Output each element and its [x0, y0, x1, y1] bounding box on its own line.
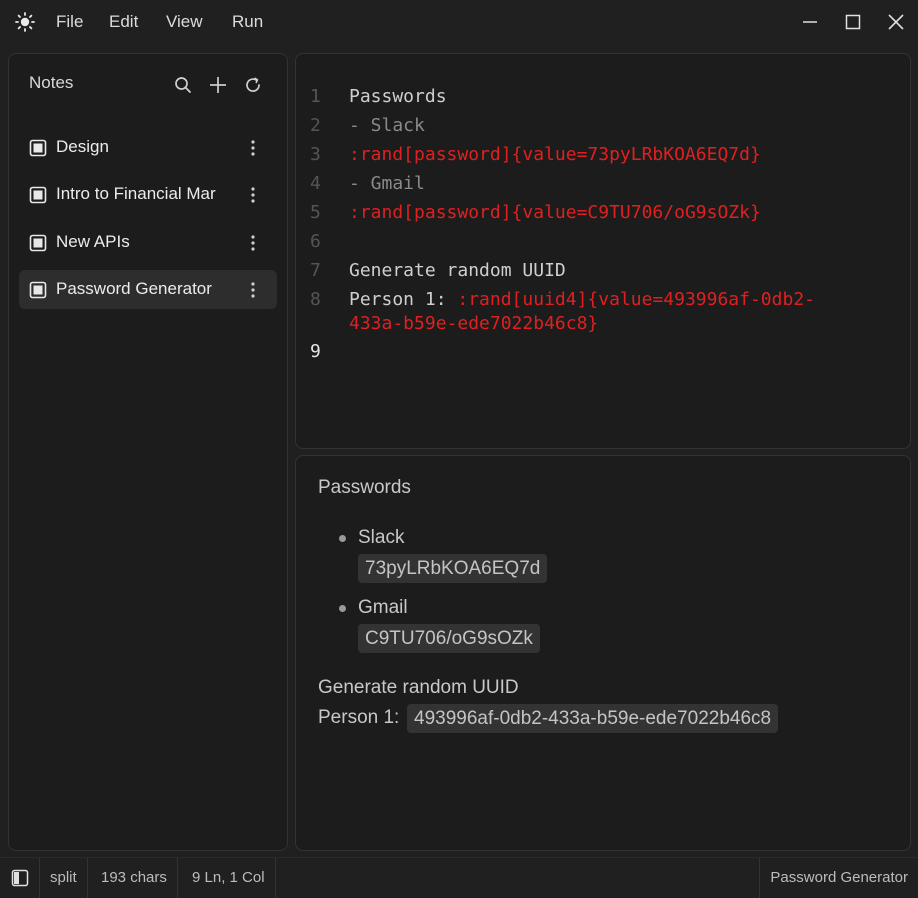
generated-uuid-chip[interactable]: 493996af-0db2-433a-b59e-ede7022b46c8	[407, 704, 779, 733]
list-marker-text: - Gmail	[349, 173, 425, 194]
more-options-icon[interactable]	[247, 280, 259, 300]
generated-password-chip[interactable]: 73pyLRbKOA6EQ7d	[358, 554, 548, 583]
line-number: 7	[310, 260, 321, 281]
line-number-current: 9	[310, 341, 321, 362]
sidebar-toggle-icon	[11, 869, 29, 887]
current-note-name: Password Generator	[759, 858, 918, 898]
toggle-sidebar-button[interactable]	[0, 858, 40, 898]
line-number: 2	[310, 115, 321, 136]
bullet	[339, 605, 346, 612]
line-number: 6	[310, 231, 321, 252]
sun-icon[interactable]	[14, 11, 36, 33]
preview-person-label: Person 1:	[318, 707, 400, 728]
note-icon	[29, 234, 47, 252]
line-number: 1	[310, 86, 321, 107]
note-label: Design	[56, 137, 109, 156]
note-item-password-generator[interactable]: Password Generator	[19, 270, 277, 309]
sidebar-title: Notes	[29, 73, 74, 92]
note-label: Intro to Financial Mar	[56, 184, 216, 203]
more-options-icon[interactable]	[247, 138, 259, 158]
note-label: New APIs	[56, 232, 130, 251]
bullet	[339, 535, 346, 542]
note-label: Password Generator	[56, 279, 212, 298]
refresh-icon[interactable]	[242, 74, 264, 96]
cursor-position: 9 Ln, 1 Col	[182, 858, 276, 898]
note-item-design[interactable]: Design	[19, 128, 277, 167]
title-bar: File Edit View Run	[0, 0, 918, 44]
status-bar: split 193 chars 9 Ln, 1 Col Password Gen…	[0, 857, 918, 898]
preview-list-label: Slack	[358, 527, 405, 548]
rand-directive: :rand[password]{value=73pyLRbKOA6EQ7d}	[349, 144, 761, 165]
search-icon[interactable]	[172, 74, 194, 96]
rand-directive: :rand[password]{value=C9TU706/oG9sOZk}	[349, 202, 761, 223]
close-icon[interactable]	[881, 8, 911, 36]
more-options-icon[interactable]	[247, 185, 259, 205]
char-count: 193 chars	[91, 858, 178, 898]
notes-sidebar: Notes Design Intro to Financial Mar New …	[8, 53, 288, 851]
code-line: Passwords	[349, 86, 447, 107]
note-item-new-apis[interactable]: New APIs	[19, 223, 277, 262]
code-line: Generate random UUID	[349, 260, 566, 281]
preview-paragraph: Generate random UUID	[318, 677, 519, 698]
view-mode[interactable]: split	[40, 858, 88, 898]
code-line: Person 1: :rand[uuid4]{value=493996af-0d…	[349, 289, 815, 310]
preview-heading: Passwords	[318, 477, 411, 498]
add-icon[interactable]	[207, 74, 229, 96]
line-number: 3	[310, 144, 321, 165]
code-line: - Slack	[349, 115, 425, 136]
code-line: :rand[password]{value=73pyLRbKOA6EQ7d}	[349, 144, 761, 165]
menu-edit[interactable]: Edit	[109, 11, 138, 33]
list-marker-text: - Slack	[349, 115, 425, 136]
note-item-intro-to-financial[interactable]: Intro to Financial Mar	[19, 175, 277, 214]
minimize-icon[interactable]	[795, 8, 825, 36]
menu-file[interactable]: File	[56, 11, 83, 33]
code-text: Person 1:	[349, 289, 458, 310]
note-icon	[29, 281, 47, 299]
code-line: :rand[password]{value=C9TU706/oG9sOZk}	[349, 202, 761, 223]
line-number: 8	[310, 289, 321, 310]
line-number: 4	[310, 173, 321, 194]
line-number: 5	[310, 202, 321, 223]
note-icon	[29, 139, 47, 157]
generated-password-chip[interactable]: C9TU706/oG9sOZk	[358, 624, 540, 653]
markdown-editor[interactable]: 1 2 3 4 5 6 7 8 9 Passwords - Slack :ran…	[295, 53, 911, 449]
menu-run[interactable]: Run	[232, 11, 263, 33]
rand-directive: :rand[uuid4]{value=493996af-0db2-	[457, 289, 815, 310]
note-icon	[29, 186, 47, 204]
more-options-icon[interactable]	[247, 233, 259, 253]
maximize-icon[interactable]	[838, 8, 868, 36]
rand-directive: 433a-b59e-ede7022b46c8}	[349, 313, 599, 334]
menu-view[interactable]: View	[166, 11, 203, 33]
preview-list-label: Gmail	[358, 597, 408, 618]
code-line-wrap: 433a-b59e-ede7022b46c8}	[349, 313, 598, 334]
code-line: - Gmail	[349, 173, 425, 194]
markdown-preview: Passwords Slack 73pyLRbKOA6EQ7d Gmail C9…	[295, 455, 911, 851]
